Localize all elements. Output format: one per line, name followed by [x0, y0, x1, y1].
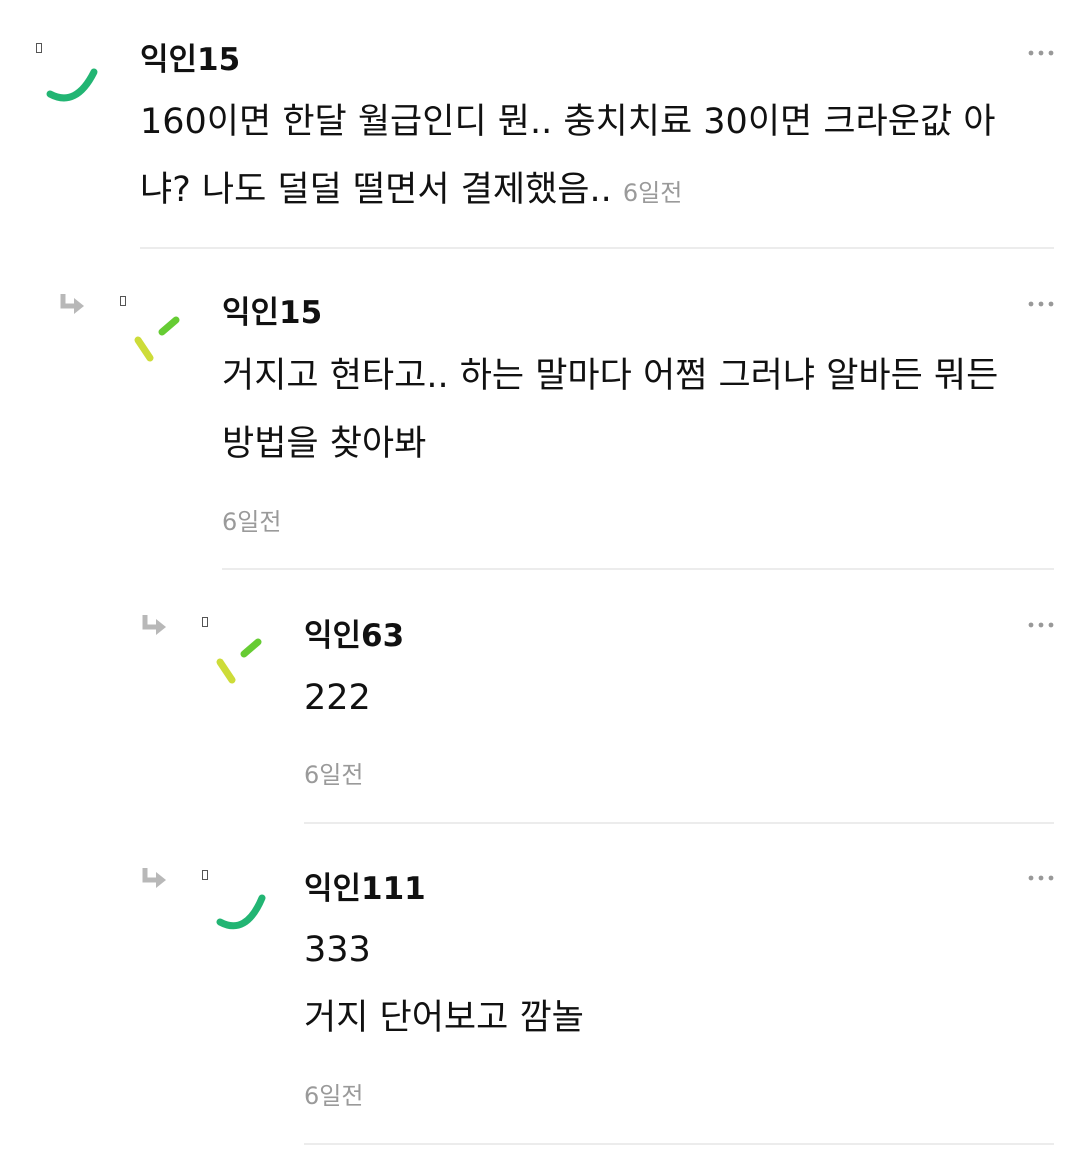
comment-nickname[interactable]: 익인111 [304, 863, 426, 908]
divider [304, 1143, 1054, 1145]
comment-body: 거지고 현타고.. 하는 말마다 어쩜 그러냐 알바든 뭐든 방법을 찾아봐 [222, 342, 998, 478]
comment-line-with-time: 냐? 나도 덜덜 떨면서 결제했음.. 6일전 [140, 156, 995, 227]
reply-arrow-icon [142, 868, 166, 888]
divider [140, 247, 1054, 249]
comment-body: 160이면 한달 월급인디 뭔.. 충치치료 30이면 크라운값 아 냐? 나도… [140, 88, 995, 227]
avatar-badge-icon [202, 870, 208, 880]
more-options-icon[interactable] [1027, 47, 1055, 59]
more-options-icon[interactable] [1027, 298, 1055, 310]
comment-nickname[interactable]: 익인15 [140, 34, 240, 79]
comment-line: 333 [304, 930, 371, 970]
avatar-badge-icon [120, 296, 126, 306]
reply-item: 익인111 333 거지 단어보고 깜놀 6일전 [0, 824, 1080, 1168]
more-options-icon[interactable] [1027, 872, 1055, 884]
comment-nickname[interactable]: 익인15 [222, 287, 322, 332]
comment-line: 222 [304, 678, 371, 718]
reply-arrow-icon [60, 294, 84, 314]
comment-line: 냐? 나도 덜덜 떨면서 결제했음.. [140, 170, 612, 210]
avatar[interactable] [212, 882, 272, 942]
comment-body: 222 [304, 664, 371, 732]
comment-time: 6일전 [304, 1082, 364, 1110]
comment-body: 333 거지 단어보고 깜놀 [304, 916, 584, 1052]
avatar[interactable] [128, 308, 188, 368]
avatar[interactable] [42, 50, 102, 110]
avatar[interactable] [210, 630, 270, 690]
comment-nickname[interactable]: 익인63 [304, 610, 404, 655]
more-options-icon[interactable] [1027, 619, 1055, 631]
comment-time: 6일전 [304, 761, 364, 789]
comment-item: 익인15 160이면 한달 월급인디 뭔.. 충치치료 30이면 크라운값 아 … [0, 0, 1080, 250]
comment-line: 거지고 현타고.. 하는 말마다 어쩜 그러냐 알바든 뭐든 [222, 356, 999, 396]
comment-time: 6일전 [222, 508, 282, 536]
comment-time: 6일전 [622, 179, 683, 207]
reply-arrow-icon [142, 615, 166, 635]
reply-item: 익인63 222 6일전 [0, 570, 1080, 824]
comment-line: 160이면 한달 월급인디 뭔.. 충치치료 30이면 크라운값 아 [140, 102, 996, 142]
comment-line: 거지 단어보고 깜놀 [304, 998, 584, 1038]
comment-line: 방법을 찾아봐 [222, 424, 427, 464]
avatar-badge-icon [202, 617, 208, 627]
reply-item: 익인15 거지고 현타고.. 하는 말마다 어쩜 그러냐 알바든 뭐든 방법을 … [0, 250, 1080, 570]
